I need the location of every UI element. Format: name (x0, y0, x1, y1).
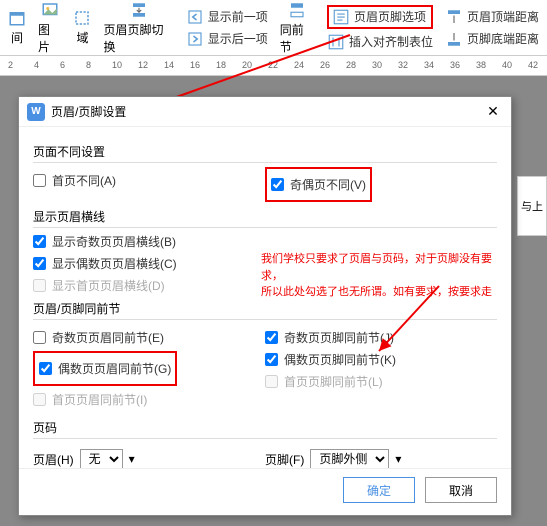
ribbon-item[interactable]: 域 (73, 2, 91, 53)
ribbon-header-footer-options[interactable]: 页眉页脚选项 (327, 5, 433, 29)
dialog-titlebar: W 页眉/页脚设置 ✕ (19, 97, 511, 127)
chk-label: 显示首页页眉横线(D) (52, 277, 165, 294)
ribbon-item[interactable]: 图片 (38, 2, 61, 53)
ribbon-label: 域 (76, 29, 88, 46)
ribbon-prev[interactable]: 显示前一项 (186, 8, 268, 26)
dialog-body: 页面不同设置 首页不同(A) 奇偶页不同(V) 显示页眉横线 显示奇数页页眉横线… (19, 127, 511, 468)
chk-even-header-prev[interactable]: 偶数页页眉同前节(G) (39, 360, 171, 377)
ribbon-label: 间 (11, 29, 23, 46)
ribbon-label: 插入对齐制表位 (349, 33, 433, 50)
header-page-select[interactable]: 无 (80, 449, 123, 468)
cancel-button[interactable]: 取消 (425, 477, 497, 503)
ribbon-label: 页眉顶端距离 (467, 8, 539, 25)
ribbon-label: 显示后一项 (208, 30, 268, 47)
chk-odd-header-line[interactable]: 显示奇数页页眉横线(B) (33, 233, 497, 250)
chk-first-header-prev: 首页页眉同前节(I) (33, 391, 265, 408)
chk-first-page-diff[interactable]: 首页不同(A) (33, 172, 265, 189)
app-logo-icon: W (27, 103, 45, 121)
dropdown-icon: ▾ (395, 452, 401, 466)
ribbon-label: 页眉页脚切换 (103, 21, 173, 55)
ruler: 24681012141618202224262830323436384042 (0, 56, 547, 76)
chk-label: 首页页眉同前节(I) (52, 391, 147, 408)
ok-button[interactable]: 确定 (343, 477, 415, 503)
ribbon: 间 图片 域 页眉页脚切换 显示前一项 显示后一项 同前节 页眉页脚选项 插入对… (0, 0, 547, 56)
ribbon-item[interactable]: 间 (8, 2, 26, 53)
ribbon-label: 页眉页脚选项 (354, 8, 426, 25)
options-icon (332, 8, 350, 26)
picture-icon (41, 1, 59, 19)
date-icon (8, 9, 26, 27)
ribbon-group: 页眉顶端距离 页脚底端距离 (445, 2, 539, 53)
ribbon-group: 显示前一项 显示后一项 (186, 2, 268, 53)
section-page-number: 页码 (33, 419, 497, 439)
annotation-note: 我们学校只要求了页眉与页码，对于页脚没有要求， 所以此处勾选了也无所谓。如有要求… (261, 251, 511, 301)
chk-label: 奇偶页不同(V) (290, 176, 366, 193)
prev-icon (186, 8, 204, 26)
section-same-prev: 页眉/页脚同前节 (33, 300, 497, 320)
footer-page-select[interactable]: 页脚外侧 (310, 449, 389, 468)
footer-page-label: 页脚(F) (265, 451, 304, 468)
ribbon-label: 页脚底端距离 (467, 30, 539, 47)
link-prev-icon (288, 1, 306, 19)
ribbon-item[interactable]: 同前节 (280, 2, 315, 53)
chk-odd-even-diff[interactable]: 奇偶页不同(V) (271, 176, 366, 193)
dialog-title: 页眉/页脚设置 (51, 103, 483, 120)
chk-label: 显示奇数页页眉横线(B) (52, 233, 176, 250)
chk-odd-footer-prev[interactable]: 奇数页页脚同前节(J) (265, 329, 497, 346)
header-footer-toggle-icon (130, 1, 148, 19)
header-footer-settings-dialog: W 页眉/页脚设置 ✕ 页面不同设置 首页不同(A) 奇偶页不同(V) 显示页眉… (18, 96, 512, 516)
chk-label: 偶数页页眉同前节(G) (58, 360, 171, 377)
chk-odd-header-prev[interactable]: 奇数页页眉同前节(E) (33, 329, 265, 346)
chk-label: 偶数页页脚同前节(K) (284, 351, 396, 368)
chk-label: 显示偶数页页眉横线(C) (52, 255, 177, 272)
chk-label: 奇数页页脚同前节(J) (284, 329, 394, 346)
close-button[interactable]: ✕ (483, 103, 503, 120)
chk-label: 首页不同(A) (52, 172, 116, 189)
ribbon-group: 页眉页脚选项 插入对齐制表位 (327, 2, 433, 53)
header-page-label: 页眉(H) (33, 451, 74, 468)
side-label: 与上 (517, 176, 547, 236)
dialog-footer: 确定 取消 (19, 468, 511, 515)
ribbon-footer-distance[interactable]: 页脚底端距离 (445, 30, 539, 48)
ribbon-label: 显示前一项 (208, 8, 268, 25)
footer-dist-icon (445, 30, 463, 48)
ribbon-item[interactable]: 页眉页脚切换 (103, 2, 173, 53)
chk-label: 首页页脚同前节(L) (284, 373, 383, 390)
ribbon-label: 同前节 (280, 21, 315, 55)
note-line: 我们学校只要求了页眉与页码，对于页脚没有要求， (261, 251, 511, 284)
chk-label: 奇数页页眉同前节(E) (52, 329, 164, 346)
ribbon-next[interactable]: 显示后一项 (186, 30, 268, 48)
chk-even-footer-prev[interactable]: 偶数页页脚同前节(K) (265, 351, 497, 368)
section-page-diff: 页面不同设置 (33, 143, 497, 163)
chk-first-footer-prev: 首页页脚同前节(L) (265, 373, 497, 390)
ribbon-label: 图片 (38, 21, 61, 55)
note-line: 所以此处勾选了也无所谓。如有要求，按要求走 (261, 284, 511, 301)
tab-icon (327, 33, 345, 51)
ribbon-header-distance[interactable]: 页眉顶端距离 (445, 8, 539, 26)
next-icon (186, 30, 204, 48)
header-dist-icon (445, 8, 463, 26)
field-icon (73, 9, 91, 27)
section-header-line: 显示页眉横线 (33, 208, 497, 228)
ribbon-align-tab[interactable]: 插入对齐制表位 (327, 33, 433, 51)
dropdown-icon: ▾ (129, 452, 135, 466)
